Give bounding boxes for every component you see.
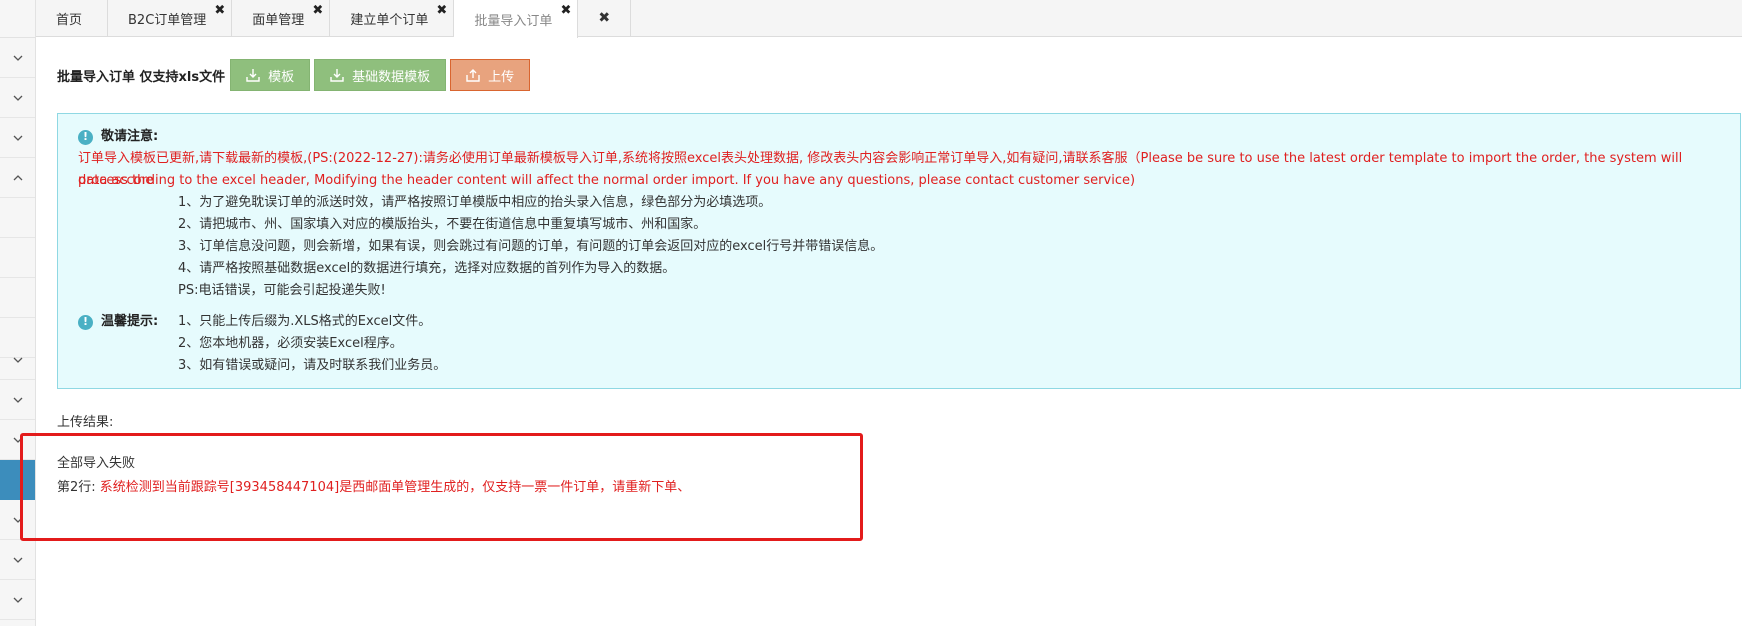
close-icon: ✖ xyxy=(598,10,611,26)
tab-bar: 首页 B2C订单管理 ✖ 面单管理 ✖ 建立单个订单 ✖ 批量导入订单 ✖ ✖ xyxy=(36,0,1742,38)
sidebar-menu-toggle-6[interactable] xyxy=(0,380,35,420)
notice-header: ! 敬请注意: xyxy=(78,126,1720,148)
chevron-down-icon xyxy=(13,597,22,603)
close-icon[interactable]: ✖ xyxy=(312,4,323,17)
download-template-button[interactable]: 模板 xyxy=(230,59,311,91)
tips-title: 温馨提示: xyxy=(101,314,159,329)
tip-item: 1、只能上传后缀为.XLS格式的Excel文件。 xyxy=(178,314,432,329)
exclamation-icon: ! xyxy=(78,314,93,330)
tab-label: 批量导入订单 xyxy=(474,13,553,29)
sidebar-menu-toggle-2[interactable] xyxy=(0,78,35,118)
exclamation-icon: ! xyxy=(78,129,93,145)
sidebar-submenu-item-1[interactable] xyxy=(0,198,35,238)
button-label: 模板 xyxy=(268,69,295,85)
notice-title: 敬请注意: xyxy=(101,129,159,144)
tab-label: 面单管理 xyxy=(252,12,305,28)
notice-item: 2、请把城市、州、国家填入对应的模版抬头，不要在街道信息中重复填写城市、州和国家… xyxy=(178,217,707,232)
tab-label: 首页 xyxy=(56,12,83,28)
close-icon[interactable]: ✖ xyxy=(560,4,571,17)
close-icon[interactable]: ✖ xyxy=(214,4,225,17)
notice-ps: PS:电话错误，可能会引起投递失败! xyxy=(178,283,386,298)
tab-label: 建立单个订单 xyxy=(350,12,429,28)
upload-button[interactable]: 上传 xyxy=(450,59,531,91)
download-base-data-template-button[interactable]: 基础数据模板 xyxy=(314,59,447,91)
chevron-down-icon xyxy=(13,357,22,363)
chevron-down-icon xyxy=(13,397,22,403)
tab-batch-import-orders[interactable]: 批量导入订单 ✖ xyxy=(454,0,579,38)
close-all-tabs-button[interactable]: ✖ xyxy=(578,0,632,36)
tip-item: 2、您本地机器，必须安装Excel程序。 xyxy=(178,336,403,351)
button-label: 基础数据模板 xyxy=(352,69,431,85)
sidebar-menu-toggle-10[interactable] xyxy=(0,580,35,620)
notice-panel: ! 敬请注意: 订单导入模板已更新,请下载最新的模板,(PS:(2022-12-… xyxy=(57,113,1741,389)
tab-create-single-order[interactable]: 建立单个订单 ✖ xyxy=(330,0,455,36)
sidebar-menu-toggle-5[interactable] xyxy=(0,340,35,380)
download-icon xyxy=(246,69,260,82)
tab-waybill-management[interactable]: 面单管理 ✖ xyxy=(232,0,331,36)
page-title: 批量导入订单 仅支持xls文件 xyxy=(57,69,226,85)
close-icon[interactable]: ✖ xyxy=(436,4,447,17)
chevron-down-icon xyxy=(13,95,22,101)
import-toolbar: 批量导入订单 仅支持xls文件 模板 基础数据模板 上传 xyxy=(57,58,534,92)
chevron-down-icon xyxy=(13,135,22,141)
chevron-down-icon xyxy=(13,55,22,61)
sidebar-submenu-item-3[interactable] xyxy=(0,278,35,318)
download-icon xyxy=(330,69,344,82)
sidebar-header xyxy=(0,0,35,38)
upload-result-label: 上传结果: xyxy=(57,415,114,430)
tab-home[interactable]: 首页 xyxy=(36,0,109,36)
notice-item: 3、订单信息没问题，则会新增，如果有误，则会跳过有问题的订单，有问题的订单会返回… xyxy=(178,239,884,254)
chevron-up-icon xyxy=(13,174,22,180)
tips-header: ! 温馨提示: xyxy=(78,311,158,333)
sidebar-submenu-item-2[interactable] xyxy=(0,238,35,278)
tab-b2c-orders[interactable]: B2C订单管理 ✖ xyxy=(108,0,233,36)
tab-label: B2C订单管理 xyxy=(128,12,207,28)
chevron-down-icon xyxy=(13,557,22,563)
sidebar-menu-toggle-1[interactable] xyxy=(0,38,35,78)
annotation-highlight-box xyxy=(20,433,863,541)
button-label: 上传 xyxy=(488,69,515,85)
upload-icon xyxy=(466,69,480,82)
sidebar-menu-toggle-3[interactable] xyxy=(0,118,35,158)
notice-item: 1、为了避免耽误订单的派送时效，请严格按照订单模版中相应的抬头录入信息，绿色部分… xyxy=(178,195,772,210)
notice-warning-line: data according to the excel header, Modi… xyxy=(78,173,1136,188)
sidebar-menu-toggle-9[interactable] xyxy=(0,540,35,580)
tip-item: 3、如有错误或疑问，请及时联系我们业务员。 xyxy=(178,358,447,373)
sidebar-menu-toggle-4[interactable] xyxy=(0,158,35,198)
notice-item: 4、请严格按照基础数据excel的数据进行填充，选择对应数据的首列作为导入的数据… xyxy=(178,261,676,276)
